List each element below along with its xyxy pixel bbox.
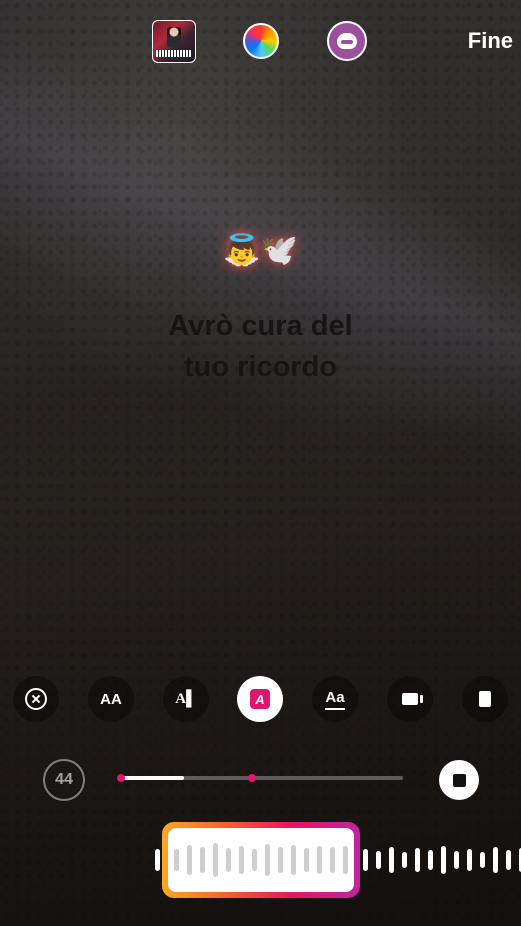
waveform-bar [187,845,192,875]
caption-text[interactable]: Avrò cura del tuo ricordo [0,306,521,388]
caption-line-1: Avrò cura del [168,310,353,342]
waveform-bar [278,847,283,873]
waveform-bar [428,850,433,870]
waveform-bar [330,847,335,873]
waveform-bar [213,843,218,877]
stop-button[interactable] [439,760,479,800]
waveform-bar [265,844,270,876]
face-effect-icon[interactable] [327,21,367,61]
waveform-bar [252,849,257,871]
duration-badge[interactable]: 44 [43,759,85,801]
waveform-bar [454,851,459,869]
waveform-bar [402,852,407,868]
waveform-bar [441,846,446,874]
waveform-bar [174,849,179,871]
waveform-bar [304,848,309,872]
text-style-icon[interactable]: Aa [312,676,358,722]
waveform-bar [291,845,296,875]
waveform-scrubber[interactable] [0,822,521,898]
waveform-bar [317,846,322,874]
waveform-bar [239,846,244,874]
color-wheel-icon[interactable] [243,23,279,59]
waveform-bar [343,846,348,874]
music-sticker-thumbnail[interactable] [152,20,196,63]
text-tool-row: AA A▌ A Aa [0,676,521,724]
waveform-bar [155,849,160,871]
waveform-bar [200,847,205,873]
album-figure [167,27,181,47]
clip-selector[interactable] [162,822,360,898]
waveform-bar [506,850,511,870]
waveform-bar [363,849,368,871]
text-size-icon[interactable]: AA [88,676,134,722]
waveform-bar [415,848,420,872]
text-color-icon[interactable]: A [237,676,283,722]
waveform-bar [467,849,472,871]
close-icon[interactable] [13,676,59,722]
progress-start-marker [117,774,125,782]
album-barcode [156,50,192,57]
waveform-bar [389,847,394,873]
progress-fill [119,776,185,780]
clip-selector-window [168,828,354,892]
caption-emoji: 👼🕊️ [223,233,298,268]
waveform-bar [376,851,381,869]
top-bar: Fine [0,0,521,80]
done-button[interactable]: Fine [468,28,513,54]
page-icon[interactable] [462,676,508,722]
waveform-bar [226,848,231,872]
caption-line-2: tuo ricordo [183,351,338,383]
camera-icon[interactable] [387,676,433,722]
waveform-bar [493,847,498,873]
waveform-bar [480,852,485,868]
text-align-icon[interactable]: A▌ [163,676,209,722]
progress-track[interactable] [117,774,403,782]
